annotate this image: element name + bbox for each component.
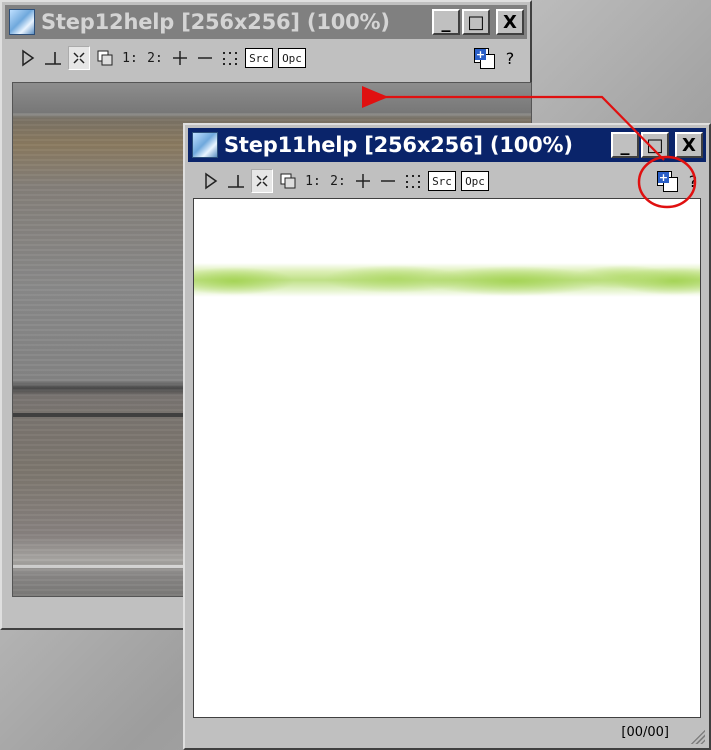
frame-counter: [00/00] bbox=[621, 724, 669, 740]
close-button[interactable]: X bbox=[675, 132, 703, 158]
select-icon[interactable] bbox=[251, 169, 273, 193]
app-icon bbox=[9, 9, 35, 35]
green-stroke bbox=[194, 263, 700, 297]
maximize-icon: □ bbox=[467, 11, 485, 33]
copy-icon[interactable] bbox=[278, 170, 298, 192]
play-icon[interactable] bbox=[201, 170, 221, 192]
minimize-button[interactable]: _ bbox=[432, 9, 460, 35]
two-button[interactable]: 2: bbox=[145, 47, 165, 69]
anchor-icon[interactable] bbox=[43, 47, 63, 69]
minimize-button[interactable]: _ bbox=[611, 132, 639, 158]
plus-icon[interactable] bbox=[353, 170, 373, 192]
minimize-icon: _ bbox=[620, 134, 630, 156]
back-window-title: Step12help [256x256] (100%) bbox=[41, 10, 390, 34]
play-icon[interactable] bbox=[18, 47, 38, 69]
front-toolbar: 1: 2: Src Opc + ? bbox=[189, 167, 705, 195]
front-window-step11help[interactable]: Step11help [256x256] (100%) _ □ X 1: 2: … bbox=[183, 123, 711, 750]
one-button[interactable]: 1: bbox=[303, 170, 323, 192]
dots-icon[interactable] bbox=[220, 47, 240, 69]
back-title-bar[interactable]: Step12help [256x256] (100%) _ □ X bbox=[5, 5, 527, 39]
minus-icon[interactable] bbox=[378, 170, 398, 192]
copy-paste-icon[interactable]: + bbox=[473, 47, 495, 69]
minus-icon[interactable] bbox=[195, 47, 215, 69]
status-bar: [00/00] bbox=[189, 719, 705, 745]
close-icon: X bbox=[682, 134, 696, 156]
front-title-bar[interactable]: Step11help [256x256] (100%) _ □ X bbox=[188, 128, 706, 162]
maximize-button[interactable]: □ bbox=[641, 132, 669, 158]
select-icon[interactable] bbox=[68, 46, 90, 70]
plus-icon[interactable] bbox=[170, 47, 190, 69]
minimize-icon: _ bbox=[441, 11, 451, 33]
src-button[interactable]: Src bbox=[245, 48, 273, 68]
front-window-title: Step11help [256x256] (100%) bbox=[224, 133, 573, 157]
maximize-button[interactable]: □ bbox=[462, 9, 490, 35]
copy-icon[interactable] bbox=[95, 47, 115, 69]
resize-grip-icon[interactable] bbox=[689, 728, 705, 744]
maximize-icon: □ bbox=[646, 134, 664, 156]
opc-button[interactable]: Opc bbox=[461, 171, 489, 191]
anchor-icon[interactable] bbox=[226, 170, 246, 192]
src-button[interactable]: Src bbox=[428, 171, 456, 191]
close-icon: X bbox=[503, 11, 517, 33]
close-button[interactable]: X bbox=[496, 9, 524, 35]
opc-button[interactable]: Opc bbox=[278, 48, 306, 68]
copy-paste-icon[interactable]: + bbox=[656, 170, 678, 192]
dots-icon[interactable] bbox=[403, 170, 423, 192]
help-icon[interactable]: ? bbox=[683, 170, 703, 192]
two-button[interactable]: 2: bbox=[328, 170, 348, 192]
app-icon bbox=[192, 132, 218, 158]
help-icon[interactable]: ? bbox=[500, 47, 520, 69]
image-canvas bbox=[193, 198, 701, 718]
back-toolbar: 1: 2: Src Opc + ? bbox=[6, 44, 526, 72]
one-button[interactable]: 1: bbox=[120, 47, 140, 69]
